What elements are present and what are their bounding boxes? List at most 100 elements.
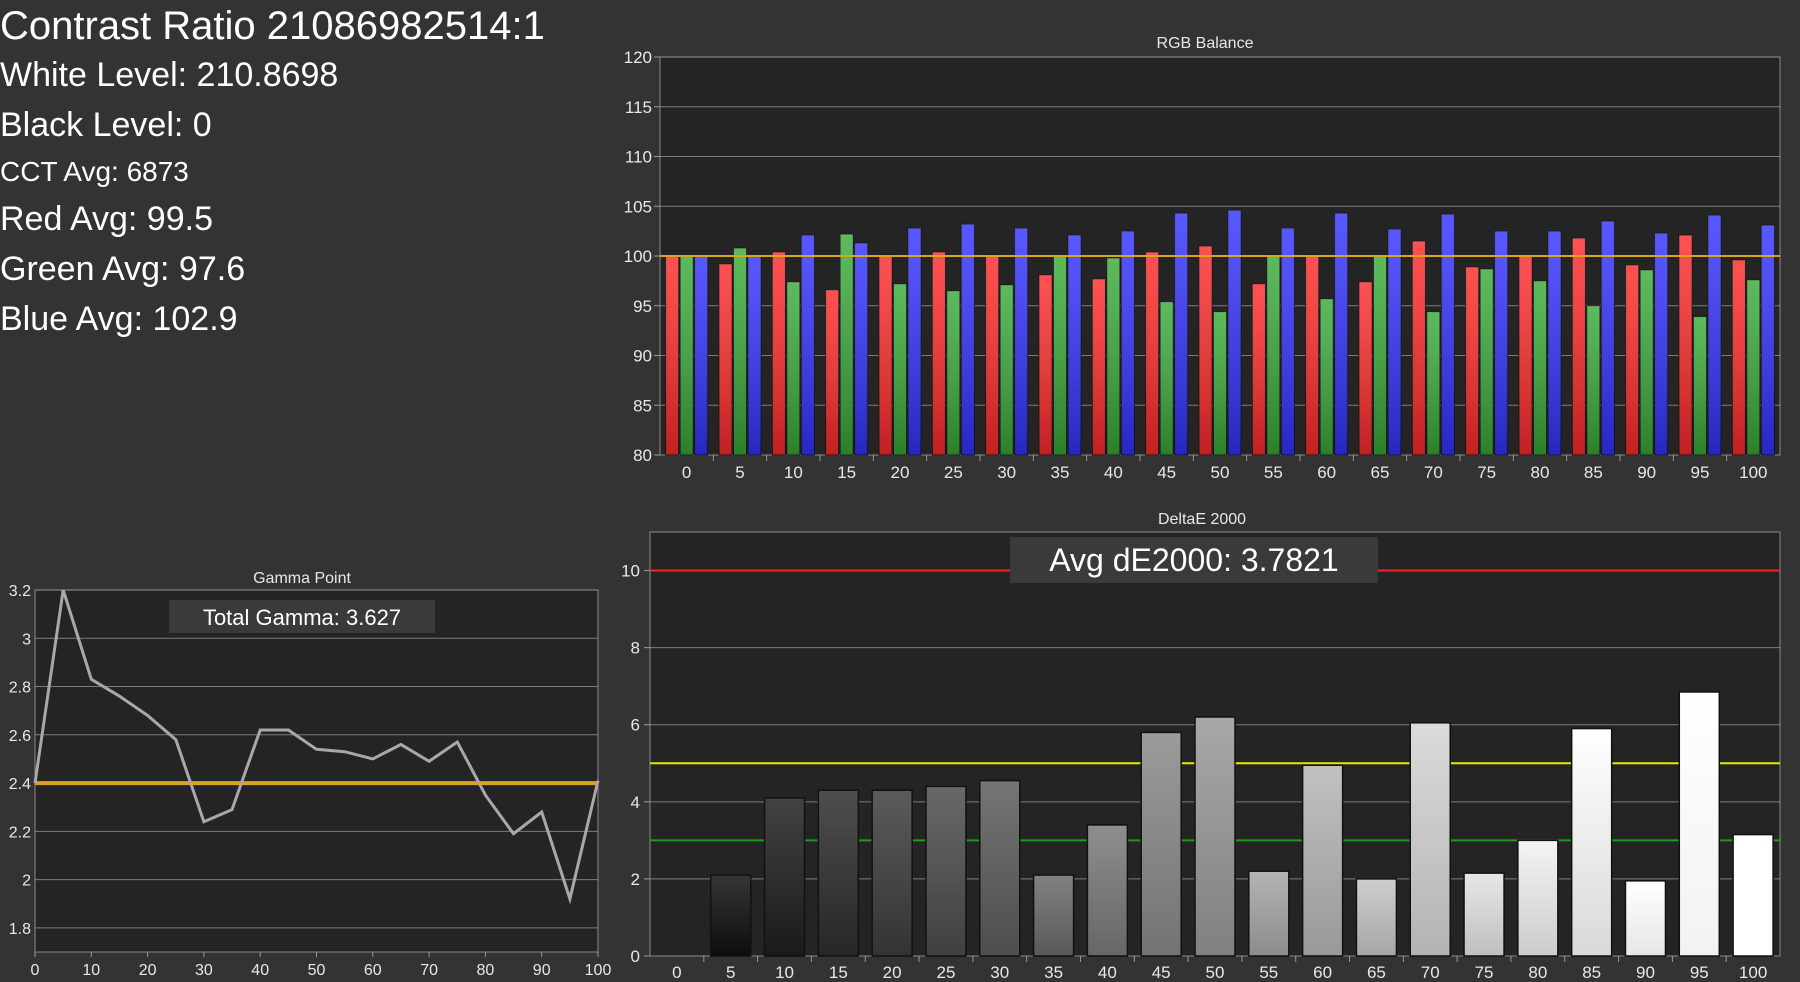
deltae-x-tick-label: 0 (672, 963, 681, 982)
rgb-balance-title: RGB Balance (1157, 35, 1254, 52)
rgb-x-tick-label: 35 (1051, 463, 1070, 482)
deltae-bar (1732, 833, 1774, 957)
gamma-y-ticks: 1.8 2 2.2 2.4 2.6 2.8 3 3.2 (9, 583, 31, 938)
deltae-chart: DeltaE 2000 0 2 4 6 8 10 0 5 10 15 20 25 30 35 40 45 50… (621, 511, 1781, 982)
rgb-bar-shade (1548, 231, 1561, 455)
rgb-bar-shade (733, 248, 747, 455)
deltae-bar (871, 789, 913, 957)
rgb-x-tick-label: 5 (735, 463, 744, 482)
rgb-bar-shade (1281, 228, 1295, 455)
deltae-x-tick-label: 5 (726, 963, 735, 982)
rgb-bar-shade (1519, 256, 1532, 455)
rgb-x-tick-label: 70 (1424, 463, 1443, 482)
deltae-x-tick-label: 95 (1690, 963, 1709, 982)
rgb-bar-shade (694, 256, 708, 455)
rgb-bar-shade (665, 256, 679, 455)
rgb-bar-shade (1053, 256, 1067, 455)
deltae-y-tick-label: 10 (621, 562, 640, 581)
rgb-bar-shade (1412, 241, 1426, 455)
rgb-bar-shade (1679, 235, 1692, 455)
deltae-x-tick-label: 80 (1528, 963, 1547, 982)
deltae-x-tick-label: 30 (990, 963, 1009, 982)
deltae-x-tick-label: 65 (1367, 963, 1386, 982)
gamma-x-tick-label: 100 (585, 962, 612, 979)
rgb-bar-shade (908, 228, 921, 455)
deltae-x-tick-label: 50 (1206, 963, 1225, 982)
rgb-x-tick-label: 55 (1264, 463, 1283, 482)
rgb-bar-shade (1373, 256, 1387, 455)
rgb-x-tick-label: 95 (1691, 463, 1710, 482)
rgb-bar-shade (719, 263, 732, 455)
gamma-y-tick-label: 1.8 (9, 921, 31, 938)
gamma-point-title: Gamma Point (253, 570, 351, 587)
rgb-bar-shade (932, 252, 946, 455)
deltae-x-tick-label: 35 (1044, 963, 1063, 982)
gamma-y-tick-label: 2.2 (9, 824, 31, 841)
rgb-bar-shade (1708, 215, 1721, 455)
deltae-x-tick-label: 40 (1098, 963, 1117, 982)
rgb-bar-shade (1494, 231, 1508, 455)
rgb-bar-shade (893, 283, 907, 455)
rgb-y-tick-label: 80 (633, 446, 652, 465)
deltae-bar (1140, 731, 1182, 957)
gamma-y-tick-label: 2.8 (9, 680, 31, 697)
gamma-point-chart: Gamma Point 1.8 2 2.2 2.4 2.6 2.8 3 3.2 0 10 20 30… (9, 570, 612, 979)
rgb-x-tick-label: 40 (1104, 463, 1123, 482)
deltae-x-tick-label: 70 (1421, 963, 1440, 982)
rgb-bar-shade (1174, 213, 1188, 455)
deltae-y-tick-label: 8 (631, 639, 640, 658)
rgb-bar-shade (840, 234, 854, 455)
deltae-x-tick-label: 55 (1259, 963, 1278, 982)
rgb-bar-shade (1228, 210, 1241, 455)
deltae-bar (979, 779, 1021, 957)
deltae-bar (1463, 872, 1505, 957)
rgb-bar-shade (1586, 305, 1600, 455)
avg-de-label: Avg dE2000: 3.7821 (1049, 542, 1338, 578)
gamma-y-tick-label: 2 (22, 873, 31, 890)
gamma-y-tick-label: 3.2 (9, 583, 31, 600)
deltae-bar (1678, 691, 1721, 957)
rgb-bar-shade (1266, 255, 1280, 455)
rgb-x-tick-label: 15 (837, 463, 856, 482)
rgb-bar-shade (1199, 246, 1212, 455)
gamma-x-tick-label: 60 (364, 962, 382, 979)
deltae-x-ticks: 0 5 10 15 20 25 30 35 40 45 50 55 60 65 70 75 80 85 90 95 10… (672, 956, 1767, 982)
gamma-y-tick-label: 3 (22, 631, 31, 648)
rgb-bar-shade (1213, 311, 1227, 455)
deltae-bar (817, 789, 860, 957)
rgb-x-tick-label: 60 (1317, 463, 1336, 482)
rgb-y-tick-label: 110 (625, 148, 652, 167)
rgb-x-tick-label: 45 (1157, 463, 1176, 482)
rgb-bar-shade (1654, 233, 1668, 455)
rgb-bar-shade (1334, 213, 1348, 455)
rgb-bar-shade (1533, 280, 1547, 455)
rgb-bar-shade (1252, 283, 1266, 455)
deltae-bar (1570, 727, 1613, 957)
deltae-x-tick-label: 60 (1313, 963, 1332, 982)
charts-canvas: RGB Balance 80859095100105110115120 0 5 10… (9, 35, 1781, 982)
rgb-bar-shade (1465, 266, 1479, 455)
deltae-x-tick-label: 25 (936, 963, 955, 982)
rgb-bar-shade (786, 281, 800, 455)
deltae-bar (763, 797, 806, 957)
rgb-bar-shade (1121, 231, 1135, 455)
rgb-bar-shade (1359, 281, 1372, 455)
rgb-x-tick-label: 85 (1584, 463, 1603, 482)
rgb-bar-shade (1480, 268, 1494, 455)
rgb-bar-shade (1305, 255, 1319, 455)
rgb-bar-shade (1014, 228, 1028, 455)
rgb-x-tick-label: 0 (682, 463, 691, 482)
total-gamma-label: Total Gamma: 3.627 (203, 605, 401, 630)
rgb-bar-shade (1625, 264, 1639, 455)
rgb-bar-shade (854, 243, 868, 455)
rgb-y-tick-label: 95 (633, 297, 652, 316)
gamma-x-ticks: 0 10 20 30 40 50 60 70 80 90 100 (31, 952, 612, 979)
rgb-x-tick-label: 20 (891, 463, 910, 482)
rgb-x-tick-label: 65 (1371, 463, 1390, 482)
deltae-y-tick-label: 2 (631, 870, 640, 889)
rgb-bar-shade (825, 289, 839, 455)
rgb-x-tick-label: 100 (1739, 463, 1767, 482)
rgb-bar-shade (1761, 225, 1775, 455)
deltae-y-tick-label: 0 (631, 947, 640, 966)
gamma-x-tick-label: 90 (533, 962, 551, 979)
